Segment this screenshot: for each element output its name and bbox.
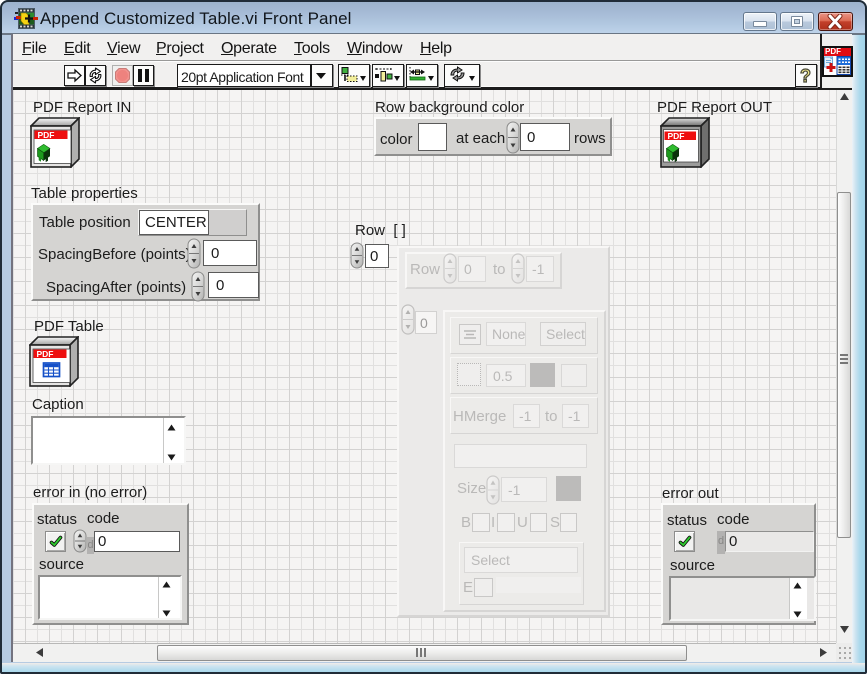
svg-text:PDF: PDF — [38, 130, 55, 140]
svg-text:PDF: PDF — [37, 349, 54, 359]
svg-text:PDF: PDF — [668, 131, 685, 141]
